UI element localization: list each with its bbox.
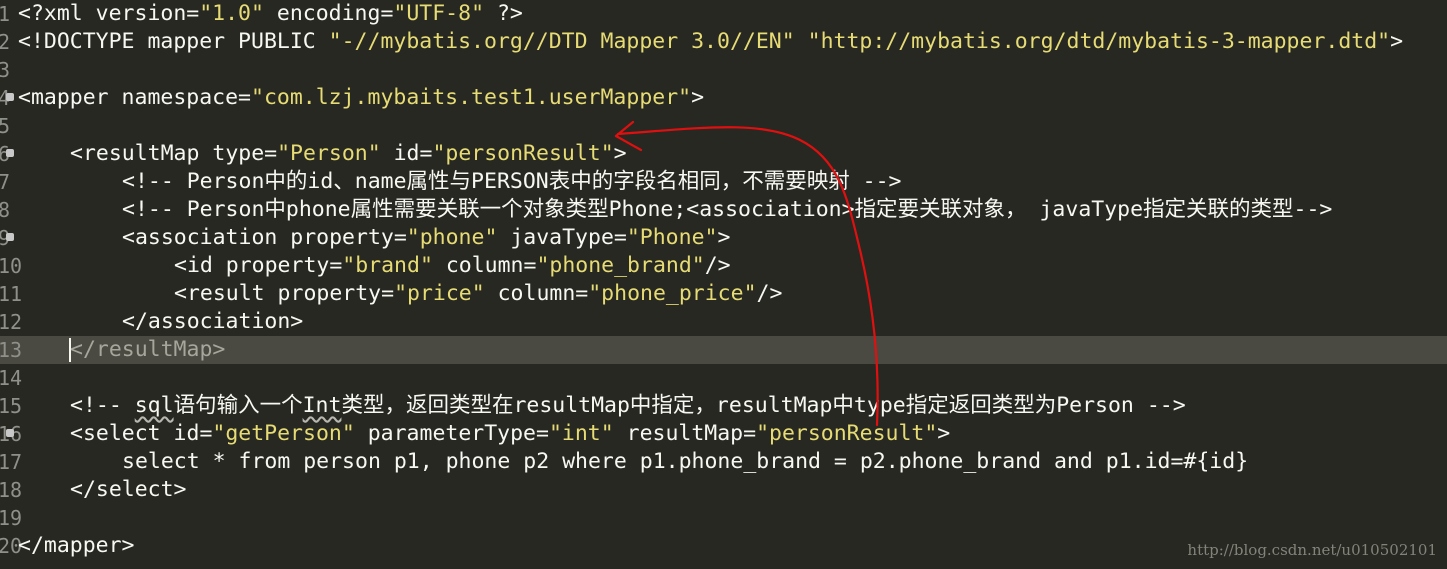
code-comment: <!-- Person中的id、name属性与PERSON表中的字段名相同，不需… (122, 169, 902, 194)
code-text: select * from person p1, phone p2 where … (122, 449, 1249, 474)
code-line: 9 <association property="phone" javaType… (0, 224, 1447, 252)
line-number: 12 (0, 310, 23, 334)
code-text: <result property="price" column="phone_p… (174, 281, 783, 306)
code-line: 6 <resultMap type="Person" id="personRes… (0, 140, 1447, 168)
code-line: 5 (0, 112, 1447, 140)
code-line: 18 </select> (0, 476, 1447, 504)
code-text: <select id="getPerson" parameterType="in… (70, 421, 951, 446)
line-number: 18 (0, 478, 23, 502)
code-editor[interactable]: 1 <?xml version="1.0" encoding="UTF-8" ?… (0, 0, 1447, 569)
line-number: 15 (0, 394, 23, 418)
fold-toggle-icon[interactable] (6, 93, 14, 101)
line-number: 11 (0, 282, 23, 306)
code-line: 19 (0, 504, 1447, 532)
code-text: <!DOCTYPE mapper PUBLIC "-//mybatis.org/… (18, 29, 1404, 54)
line-number: 14 (0, 366, 23, 390)
code-text: </association> (122, 309, 304, 334)
code-text: <association property="phone" javaType="… (122, 225, 731, 250)
code-line: 11 <result property="price" column="phon… (0, 280, 1447, 308)
watermark: http://blog.csdn.net/u010502101 (1187, 541, 1437, 559)
code-line: 17 select * from person p1, phone p2 whe… (0, 448, 1447, 476)
code-line: 16 <select id="getPerson" parameterType=… (0, 420, 1447, 448)
code-line: 12 </association> (0, 308, 1447, 336)
code-comment: <!-- sql语句输入一个Int类型，返回类型在resultMap中指定，re… (70, 393, 1186, 418)
code-text: </mapper> (18, 533, 135, 558)
line-number: 10 (0, 254, 23, 278)
code-text: </resultMap> (70, 337, 226, 362)
line-number: 19 (0, 506, 23, 530)
fold-toggle-icon[interactable] (6, 429, 14, 437)
code-comment: <!-- Person中phone属性需要关联一个对象类型Phone;<asso… (122, 197, 1333, 222)
code-line: 8 <!-- Person中phone属性需要关联一个对象类型Phone;<as… (0, 196, 1447, 224)
line-number: 8 (0, 198, 11, 222)
line-number: 13 (0, 338, 23, 362)
code-line: 2 <!DOCTYPE mapper PUBLIC "-//mybatis.or… (0, 28, 1447, 56)
code-line-current: 13 </resultMap> (0, 336, 1447, 364)
fold-toggle-icon[interactable] (6, 149, 14, 157)
line-number: 1 (0, 2, 11, 26)
line-number: 5 (0, 114, 11, 138)
line-number: 17 (0, 450, 23, 474)
line-number: 2 (0, 30, 11, 54)
line-number: 20 (0, 534, 23, 558)
code-line: 4 <mapper namespace="com.lzj.mybaits.tes… (0, 84, 1447, 112)
code-text: <mapper namespace="com.lzj.mybaits.test1… (18, 85, 705, 110)
code-line: 10 <id property="brand" column="phone_br… (0, 252, 1447, 280)
code-line: 15 <!-- sql语句输入一个Int类型，返回类型在resultMap中指定… (0, 392, 1447, 420)
code-text: <?xml version="1.0" encoding="UTF-8" ?> (18, 1, 523, 26)
code-text: <resultMap type="Person" id="personResul… (70, 141, 627, 166)
code-text: <id property="brand" column="phone_brand… (174, 253, 731, 278)
code-text: </select> (70, 477, 187, 502)
line-number: 7 (0, 170, 11, 194)
code-line: 14 (0, 364, 1447, 392)
fold-toggle-icon[interactable] (6, 233, 14, 241)
code-line: 7 <!-- Person中的id、name属性与PERSON表中的字段名相同，… (0, 168, 1447, 196)
code-line: 1 <?xml version="1.0" encoding="UTF-8" ?… (0, 0, 1447, 28)
code-line: 3 (0, 56, 1447, 84)
line-number: 3 (0, 58, 11, 82)
